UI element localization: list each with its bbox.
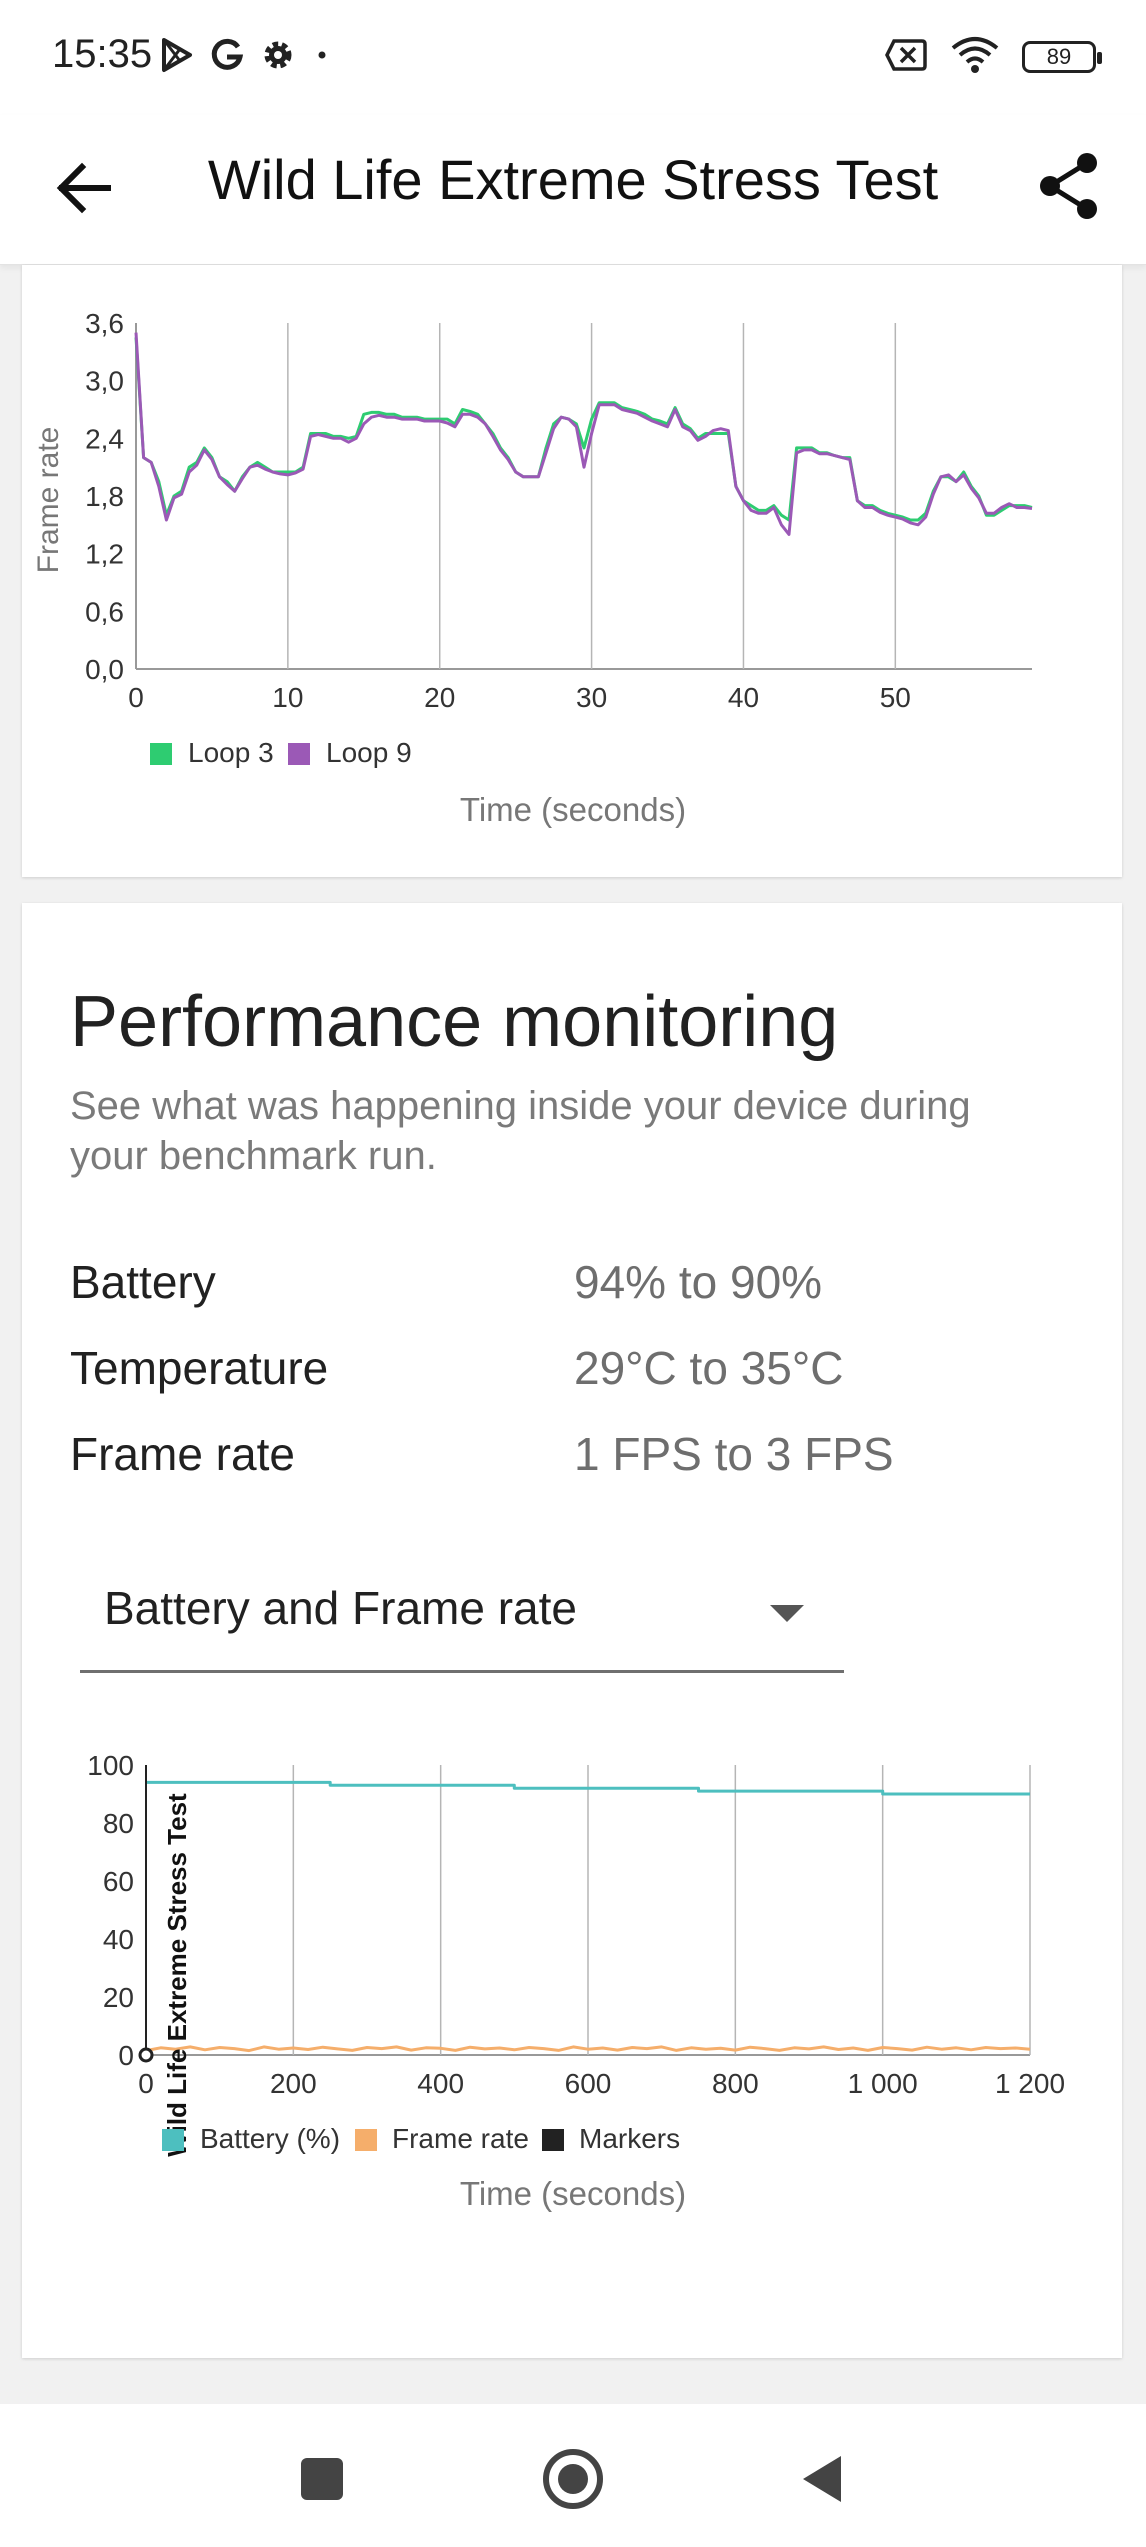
section-description: See what was happening inside your devic… [70,1084,971,1178]
dot-icon [312,37,332,78]
monitor-chart-y-tick-label: 60 [103,1866,134,1897]
section-title: Performance monitoring [70,982,839,1062]
legend-label-markers: Markers [579,2123,680,2154]
stat-row-temperature: Temperature 29°C to 35°C [70,1341,1070,1401]
frame-rate-card: 0,0 0,6 1,2 1,8 2,4 3,0 3,6 0 10 20 30 40 50 Frame … [22,265,1122,877]
square-icon [301,2458,343,2500]
stat-value: 1 FPS to 3 FPS [574,1428,894,1480]
battery-icon: 89 [1022,41,1102,73]
home-circle-icon [543,2449,603,2509]
frame-rate-chart-x-ticks: 0 10 20 30 40 50 [128,682,911,713]
frame-rate-chart-y-tick-label: 3,6 [85,308,124,339]
page-title: Wild Life Extreme Stress Test [207,148,939,211]
frame-rate-chart-series-loop-3 [134,337,1033,522]
frame-rate-chart-xlabel: Time (seconds) [460,791,686,828]
back-nav-button[interactable] [789,2444,859,2514]
frame-rate-chart-ylabel: Frame rate [32,427,65,574]
monitor-chart-x-tick-label: 600 [565,2068,612,2099]
frame-rate-chart-y-tick-label: 3,0 [85,366,124,397]
settings-icon [260,37,296,78]
monitor-chart-marker-point [138,2047,154,2063]
marker-label: Wild Life Extreme Stress Test [162,1793,192,2157]
frame-rate-chart-y-tick-label: 0,6 [85,596,124,627]
legend-label-loop-9: Loop 9 [326,737,412,768]
frame-rate-chart: 0,0 0,6 1,2 1,8 2,4 3,0 3,6 0 10 20 30 40 50 Frame … [32,308,1033,828]
legend-swatch-loop-3 [150,743,172,765]
frame-rate-chart-series-loop-9 [134,332,1033,536]
chevron-down-icon [770,1605,804,1622]
legend-label-loop-3: Loop 3 [188,737,274,768]
legend-label-battery: Battery (%) [200,2123,340,2154]
wifi-icon [950,36,1000,79]
home-button[interactable] [538,2444,608,2514]
chart-type-dropdown[interactable]: Battery and Frame rate [80,1543,844,1673]
frame-rate-chart-y-ticks: 0,0 0,6 1,2 1,8 2,4 3,0 3,6 [85,308,124,685]
frame-rate-chart-grid [135,323,1032,670]
monitor-chart-legend: Battery (%) Frame rate Markers [162,2123,680,2154]
app-bar: Wild Life Extreme Stress Test [0,115,1146,265]
monitor-chart-grid [145,1765,1031,2056]
triangle-back-icon [803,2456,841,2502]
legend-swatch-frame-rate [355,2129,377,2151]
status-bar: 15:35 89 [0,0,1146,115]
monitor-chart-y-tick-label: 100 [87,1750,134,1781]
frame-rate-chart-y-tick-label: 0,0 [85,654,124,685]
monitor-chart-y-ticks: 0 20 40 60 80 100 [87,1750,134,2071]
status-icons-right: 89 [884,34,1102,80]
share-icon [1040,153,1097,219]
monitor-chart-x-ticks: 0 200 400 600 800 1 000 1 200 [138,2068,1065,2099]
frame-rate-chart-x-tick-label: 30 [576,682,607,713]
legend-swatch-loop-9 [288,743,310,765]
monitor-chart-y-tick-label: 0 [118,2040,134,2071]
recents-button[interactable] [287,2444,357,2514]
monitor-chart: 0 20 40 60 80 100 0 200 400 600 800 1 000 1 200 Wil… [87,1750,1065,2212]
monitor-chart-x-tick-label: 0 [138,2068,154,2099]
monitor-chart-xlabel: Time (seconds) [460,2175,686,2212]
frame-rate-chart-y-tick-label: 1,8 [85,481,124,512]
frame-rate-chart-series [134,332,1033,536]
monitor-chart-y-tick-label: 40 [103,1924,134,1955]
status-time: 15:35 [52,32,153,76]
back-button[interactable] [50,153,120,223]
stat-row-frame-rate: Frame rate 1 FPS to 3 FPS [70,1427,1070,1487]
play-store-icon [160,37,194,78]
frame-rate-chart-x-tick-label: 20 [424,682,455,713]
frame-rate-chart-x-tick-label: 10 [272,682,303,713]
stat-label: Frame rate [70,1428,295,1480]
monitor-chart-x-tick-label: 200 [270,2068,317,2099]
frame-rate-chart-y-tick-label: 2,4 [85,423,124,454]
google-icon [210,37,244,78]
performance-card: Performance monitoring See what was happ… [22,903,1122,2358]
monitor-chart-y-tick-label: 80 [103,1808,134,1839]
share-button[interactable] [1032,149,1106,223]
monitor-chart-series [138,1765,1031,2063]
legend-label-frame-rate: Frame rate [392,2123,529,2154]
stat-value: 94% to 90% [574,1256,823,1308]
stat-row-battery: Battery 94% to 90% [70,1255,1070,1315]
frame-rate-chart-x-tick-label: 0 [128,682,144,713]
frame-rate-chart-legend: Loop 3 Loop 9 [150,737,412,768]
monitor-chart-x-tick-label: 1 000 [848,2068,918,2099]
legend-swatch-battery [162,2129,184,2151]
monitor-chart-x-tick-label: 400 [417,2068,464,2099]
frame-rate-chart-x-tick-label: 40 [728,682,759,713]
dropdown-selected-value: Battery and Frame rate [104,1582,577,1634]
monitor-chart-x-tick-label: 1 200 [995,2068,1065,2099]
monitor-chart-x-tick-label: 800 [712,2068,759,2099]
status-icons-left [160,34,332,80]
no-sim-icon [884,37,928,78]
stat-label: Battery [70,1256,216,1308]
frame-rate-chart-x-tick-label: 50 [880,682,911,713]
legend-swatch-markers [542,2129,564,2151]
stat-label: Temperature [70,1342,329,1394]
navigation-bar [0,2404,1146,2547]
frame-rate-chart-y-tick-label: 1,2 [85,539,124,570]
arrow-left-icon [56,162,111,214]
stat-value: 29°C to 35°C [574,1342,844,1394]
monitor-chart-y-tick-label: 20 [103,1982,134,2013]
